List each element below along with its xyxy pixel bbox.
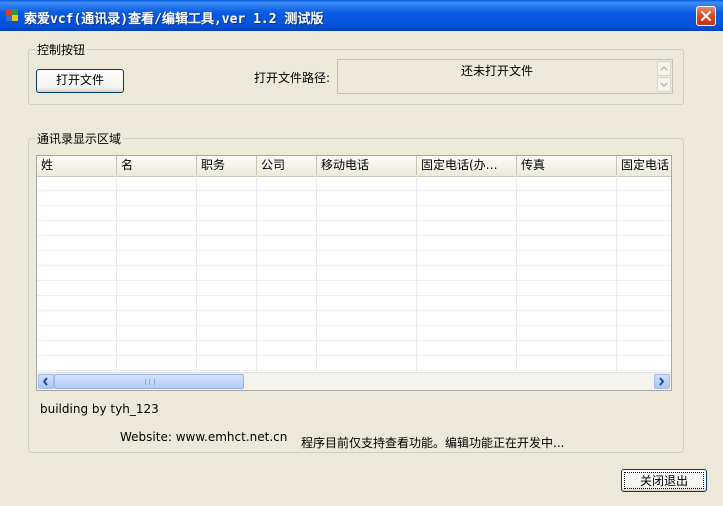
exit-button-label: 关闭退出 (624, 472, 704, 489)
scroll-right-button[interactable] (654, 374, 670, 389)
file-path-value: 还未打开文件 (460, 64, 533, 78)
grip-icon (145, 379, 155, 385)
chevron-up-icon (660, 65, 668, 71)
chevron-right-icon (659, 377, 665, 386)
column-divider (516, 176, 517, 373)
contacts-group-legend: 通讯录显示区域 (37, 132, 122, 146)
close-icon (701, 11, 711, 21)
column-divider (116, 176, 117, 373)
column-header-company[interactable]: 公司 (257, 156, 317, 175)
column-divider (416, 176, 417, 373)
column-header-office-phone[interactable]: 固定电话(办… (417, 156, 517, 175)
chevron-left-icon (42, 377, 48, 386)
path-field-scrollbar[interactable] (657, 61, 671, 92)
list-header: 姓 名 职务 公司 移动电话 固定电话(办… 传真 固定电话 (37, 156, 671, 177)
open-file-button[interactable]: 打开文件 (36, 69, 124, 93)
column-divider (256, 176, 257, 373)
window-title: 索爱vcf(通讯录)查看/编辑工具,ver 1.2 测试版 (24, 12, 324, 27)
column-header-home-phone[interactable]: 固定电话 (617, 156, 671, 175)
file-path-label: 打开文件路径: (254, 71, 331, 85)
credit-text: building by tyh_123 (40, 402, 159, 416)
contacts-list[interactable]: 姓 名 职务 公司 移动电话 固定电话(办… 传真 固定电话 (36, 155, 672, 391)
title-bar[interactable]: 索爱vcf(通讯录)查看/编辑工具,ver 1.2 测试版 (0, 0, 723, 31)
column-divider (316, 176, 317, 373)
horizontal-scrollbar[interactable] (37, 372, 671, 390)
website-link: Website: www.emhct.net.cn (120, 430, 288, 444)
list-body[interactable] (37, 176, 671, 373)
scrollbar-thumb[interactable] (54, 374, 244, 389)
scroll-down-button[interactable] (657, 77, 671, 92)
column-header-title[interactable]: 职务 (197, 156, 257, 175)
control-group-legend: 控制按钮 (37, 43, 86, 57)
chevron-down-icon (660, 82, 668, 88)
close-button[interactable] (696, 6, 716, 26)
column-header-mobile[interactable]: 移动电话 (317, 156, 417, 175)
app-icon (6, 9, 18, 21)
column-divider (616, 176, 617, 373)
column-header-surname[interactable]: 姓 (37, 156, 117, 175)
exit-button[interactable]: 关闭退出 (621, 469, 707, 492)
column-header-fax[interactable]: 传真 (517, 156, 617, 175)
app-window: 索爱vcf(通讯录)查看/编辑工具,ver 1.2 测试版 控制按钮 打开文件 … (0, 0, 723, 506)
column-divider (196, 176, 197, 373)
scroll-left-button[interactable] (38, 374, 54, 389)
status-notice: 程序目前仅支持查看功能。编辑功能正在开发中... (301, 436, 565, 450)
scroll-up-button[interactable] (657, 61, 671, 76)
column-header-given-name[interactable]: 名 (117, 156, 197, 175)
file-path-field[interactable]: 还未打开文件 (337, 59, 673, 94)
